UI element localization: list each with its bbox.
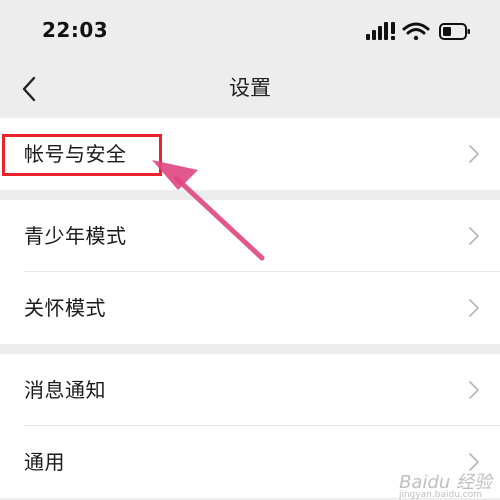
status-icons (366, 22, 470, 41)
settings-item-care-mode[interactable]: 关怀模式 (0, 272, 500, 344)
settings-item-label: 消息通知 (24, 378, 106, 402)
settings-item-notifications[interactable]: 消息通知 (0, 354, 500, 426)
page-title: 设置 (229, 76, 271, 100)
watermark-url: jingyan.baidu.com (398, 490, 482, 500)
chevron-right-icon (469, 145, 479, 163)
chevron-right-icon (469, 299, 479, 317)
signal-icon (366, 22, 395, 40)
highlight-box (2, 134, 162, 176)
settings-item-teen-mode[interactable]: 青少年模式 (0, 200, 500, 272)
chevron-right-icon (469, 381, 479, 399)
settings-item-label: 关怀模式 (24, 296, 106, 320)
wifi-icon (402, 22, 430, 41)
chevron-right-icon (469, 227, 479, 245)
settings-item-label: 青少年模式 (24, 224, 127, 248)
settings-item-label: 通用 (24, 450, 65, 474)
settings-screen: 22:03 设置 帐号与安全 青少年模式 关怀模式 消息通知 通用 Baidu … (0, 0, 500, 500)
settings-group-modes: 青少年模式 关怀模式 (0, 200, 500, 344)
status-time: 22:03 (42, 18, 109, 42)
status-bar: 22:03 (0, 0, 500, 62)
navigation-bar: 设置 (0, 62, 500, 117)
battery-icon (439, 23, 470, 40)
